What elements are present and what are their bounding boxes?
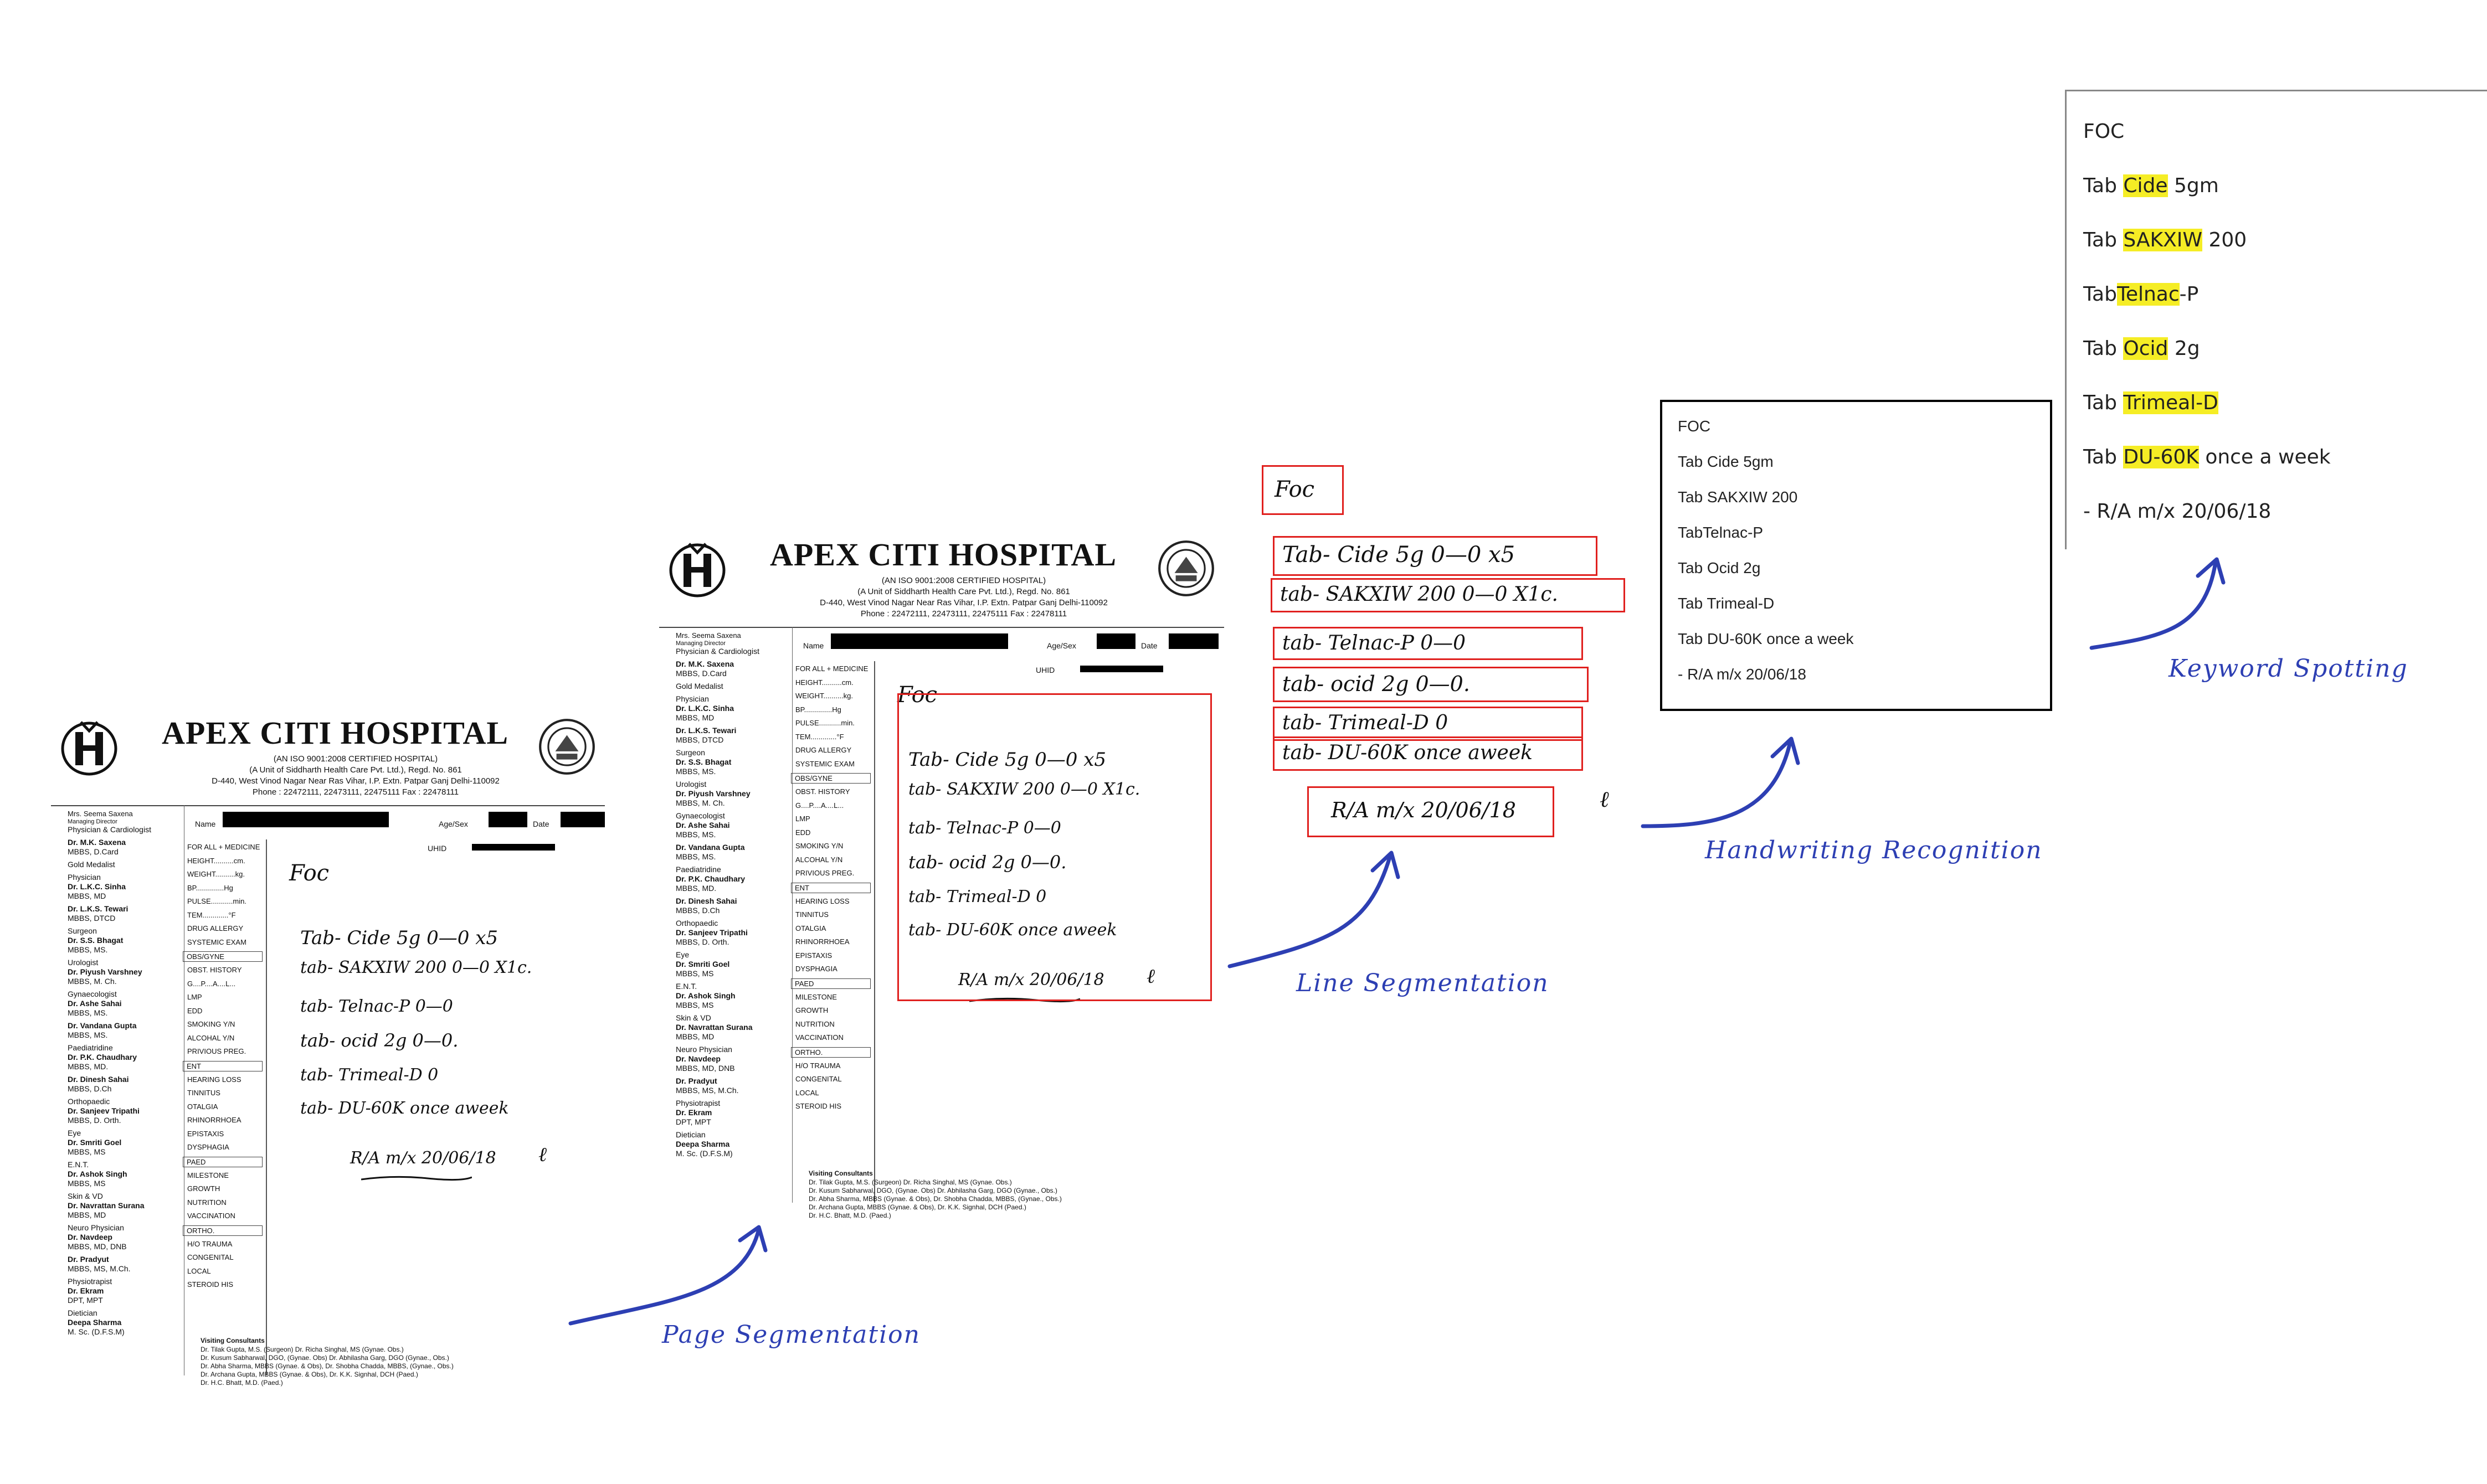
arrow-2 [1227, 853, 1392, 968]
arrow-1 [568, 1227, 761, 1326]
arrow-3 [1641, 740, 1792, 828]
flow-arrows [568, 557, 2226, 1326]
